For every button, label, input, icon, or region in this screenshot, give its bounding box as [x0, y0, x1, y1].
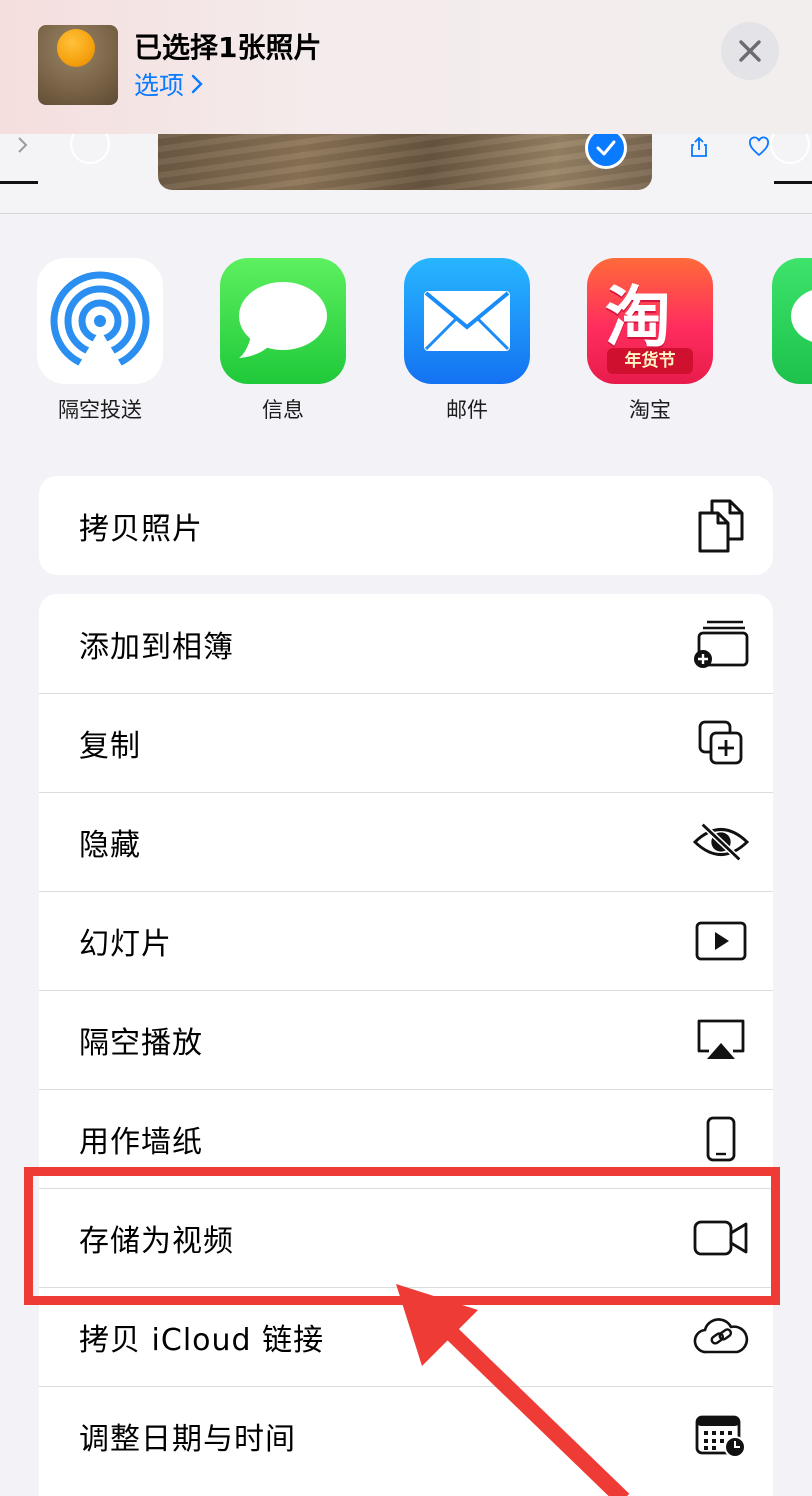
action-label: 幻灯片 — [79, 927, 172, 962]
action-label: 拷贝 iCloud 链接 — [79, 1323, 325, 1358]
chevron-right-icon — [18, 137, 28, 153]
action-add-to-album[interactable]: 添加到相簿 — [39, 594, 773, 693]
app-label: 淘宝 — [629, 398, 671, 422]
action-label: 隔空播放 — [79, 1026, 203, 1061]
slideshow-icon — [693, 913, 749, 969]
copy-photo-icon — [693, 498, 749, 554]
action-group-primary: 拷贝照片 — [39, 476, 773, 575]
share-app-wechat[interactable] — [772, 258, 812, 384]
action-label: 拷贝照片 — [79, 511, 203, 547]
action-label: 复制 — [79, 729, 141, 764]
app-label: 隔空投送 — [58, 398, 142, 422]
action-label: 调整日期与时间 — [79, 1422, 296, 1457]
action-save-as-video[interactable]: 存储为视频 — [39, 1188, 773, 1287]
close-icon — [739, 40, 761, 62]
messages-icon — [220, 258, 346, 384]
photo-thumbnail — [38, 25, 118, 105]
app-label: 信息 — [262, 398, 304, 422]
video-camera-icon — [693, 1210, 749, 1266]
icloud-link-icon — [693, 1309, 749, 1365]
share-sheet-screen: 已选择1张照片 选项 隔空投送 信息 邮件 淘 年货节 淘宝 拷贝照片 添加到相… — [0, 0, 812, 1496]
action-label: 隐藏 — [79, 828, 141, 863]
taobao-badge: 年货节 — [607, 348, 693, 374]
action-adjust-date-time[interactable]: 调整日期与时间 — [39, 1386, 773, 1485]
share-app-taobao[interactable]: 淘 年货节 淘宝 — [587, 258, 713, 424]
action-use-as-wallpaper[interactable]: 用作墙纸 — [39, 1089, 773, 1188]
close-button[interactable] — [721, 22, 779, 80]
action-hide[interactable]: 隐藏 — [39, 792, 773, 891]
taobao-logo-char: 淘 — [605, 279, 671, 356]
wechat-icon — [772, 258, 812, 384]
action-label: 存储为视频 — [79, 1224, 234, 1259]
action-airplay[interactable]: 隔空播放 — [39, 990, 773, 1089]
share-sheet-header: 已选择1张照片 选项 — [0, 0, 812, 134]
options-button[interactable]: 选项 — [134, 66, 204, 102]
action-duplicate[interactable]: 复制 — [39, 693, 773, 792]
action-copy-photo[interactable]: 拷贝照片 — [39, 476, 773, 575]
app-label: 邮件 — [446, 398, 488, 422]
calendar-clock-icon — [693, 1408, 749, 1464]
divider — [774, 181, 812, 184]
selection-title: 已选择1张照片 — [134, 31, 322, 64]
hide-eye-icon — [693, 814, 749, 870]
duplicate-icon — [693, 715, 749, 771]
heart-icon[interactable] — [748, 136, 770, 158]
share-icon[interactable] — [688, 136, 710, 158]
action-label: 用作墙纸 — [79, 1125, 203, 1160]
action-group-secondary: 添加到相簿 复制 隐藏 幻灯片 隔空播放 用作墙纸 存储为视频 拷贝 iClou… — [39, 594, 773, 1496]
divider — [0, 181, 38, 184]
action-copy-icloud-link[interactable]: 拷贝 iCloud 链接 — [39, 1287, 773, 1386]
mail-icon — [404, 258, 530, 384]
share-app-row: 隔空投送 信息 邮件 淘 年货节 淘宝 — [0, 258, 812, 428]
add-to-album-icon — [693, 616, 749, 672]
options-label: 选项 — [134, 71, 185, 100]
action-label: 添加到相簿 — [79, 629, 234, 665]
share-app-messages[interactable]: 信息 — [220, 258, 346, 424]
orange-fruit — [57, 29, 95, 67]
taobao-icon: 淘 年货节 — [587, 258, 713, 384]
airplay-icon — [693, 1012, 749, 1068]
action-slideshow[interactable]: 幻灯片 — [39, 891, 773, 990]
airdrop-icon — [37, 258, 163, 384]
wallpaper-phone-icon — [693, 1111, 749, 1167]
chevron-right-icon — [191, 74, 203, 94]
share-app-mail[interactable]: 邮件 — [404, 258, 530, 424]
share-app-airdrop[interactable]: 隔空投送 — [37, 258, 163, 424]
